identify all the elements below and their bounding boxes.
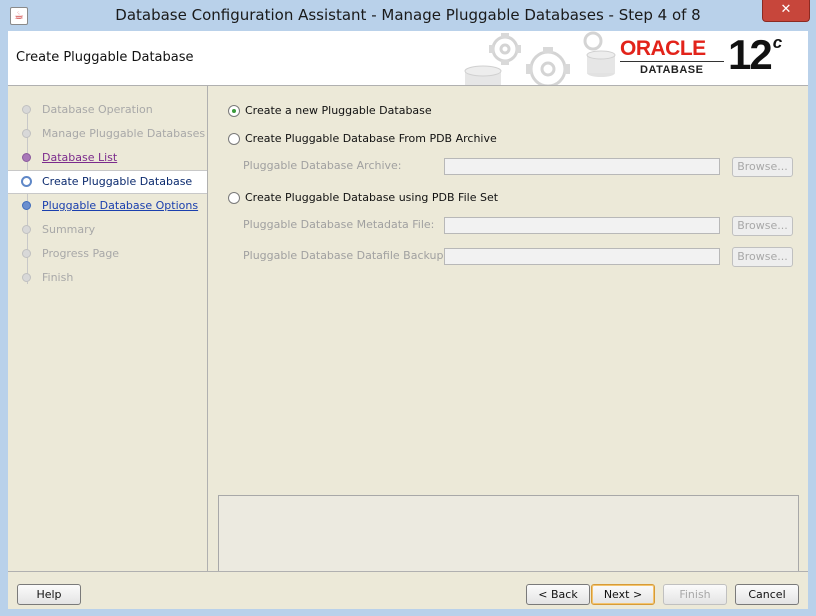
logo-divider [620,61,724,62]
gears-database-graphic-icon [464,31,616,85]
datafile-browse-button: Browse... [732,247,793,267]
page-header: Create Pluggable Database ORACLE DATABAS… [8,31,808,86]
page-title: Create Pluggable Database [16,50,194,65]
step-link[interactable]: Pluggable Database Options [42,199,198,212]
radio-pdb-file-set[interactable] [228,192,240,204]
radio-pdb-archive[interactable] [228,133,240,145]
option-pdb-file-set-label[interactable]: Create Pluggable Database using PDB File… [245,191,498,204]
next-button[interactable]: Next > [591,584,655,605]
wizard-steps-sidebar: Database Operation Manage Pluggable Data… [8,86,208,571]
step-database-operation: Database Operation [8,99,207,121]
step-dot-icon [22,129,31,138]
option-pdb-archive-label[interactable]: Create Pluggable Database From PDB Archi… [245,132,497,145]
step-database-list[interactable]: Database List [8,147,207,169]
version-number: 12 [728,31,773,78]
oracle-logo: ORACLE DATABASE [620,37,728,77]
step-current-dot-icon [21,176,32,187]
metadata-browse-button: Browse... [732,216,793,236]
step-finish: Finish [8,267,207,289]
metadata-file-field [444,217,720,234]
oracle-brand-text: ORACLE [620,37,706,60]
cancel-button[interactable]: Cancel [735,584,799,605]
message-panel [218,495,799,573]
step-link[interactable]: Database List [42,151,117,164]
archive-field [444,158,720,175]
step-label: Summary [42,223,96,236]
step-dot-icon [22,249,31,258]
window-title: Database Configuration Assistant - Manag… [115,6,701,24]
step-label: Create Pluggable Database [42,175,193,188]
version-suffix: c [772,33,783,52]
finish-button: Finish [663,584,727,605]
step-manage-pluggable-databases: Manage Pluggable Databases [8,123,207,145]
datafile-field-label: Pluggable Database Datafile Backup: [243,249,448,262]
option-new-pdb-label[interactable]: Create a new Pluggable Database [245,104,432,117]
step-pluggable-database-options[interactable]: Pluggable Database Options [8,195,207,217]
archive-browse-button: Browse... [732,157,793,177]
step-create-pluggable-database: Create Pluggable Database [8,170,207,194]
dbca-window: ☕ Database Configuration Assistant - Man… [0,0,816,616]
step-label: Manage Pluggable Databases [42,127,206,140]
datafile-backup-field [444,248,720,265]
step-label: Database Operation [42,103,153,116]
help-button[interactable]: Help [17,584,81,605]
step-dot-icon [22,153,31,162]
metadata-field-label: Pluggable Database Metadata File: [243,218,435,231]
step-label: Progress Page [42,247,120,260]
main-content: Create a new Pluggable Database Create P… [208,86,808,573]
step-dot-icon [22,273,31,282]
window-close-button[interactable]: ✕ [762,0,810,22]
client-area: Create Pluggable Database ORACLE DATABAS… [8,31,808,609]
title-bar[interactable]: ☕ Database Configuration Assistant - Man… [0,0,816,31]
oracle-database-text: DATABASE [640,64,704,76]
wizard-footer: Help < Back Next > Finish Cancel [8,571,808,609]
back-button[interactable]: < Back [526,584,590,605]
step-label: Finish [42,271,74,284]
step-progress-page: Progress Page [8,243,207,265]
archive-field-label: Pluggable Database Archive: [243,159,402,172]
radio-new-pdb[interactable] [228,105,240,117]
step-summary: Summary [8,219,207,241]
version-badge: 12 c [728,31,783,79]
step-dot-icon [22,225,31,234]
step-dot-icon [22,201,31,210]
step-dot-icon [22,105,31,114]
